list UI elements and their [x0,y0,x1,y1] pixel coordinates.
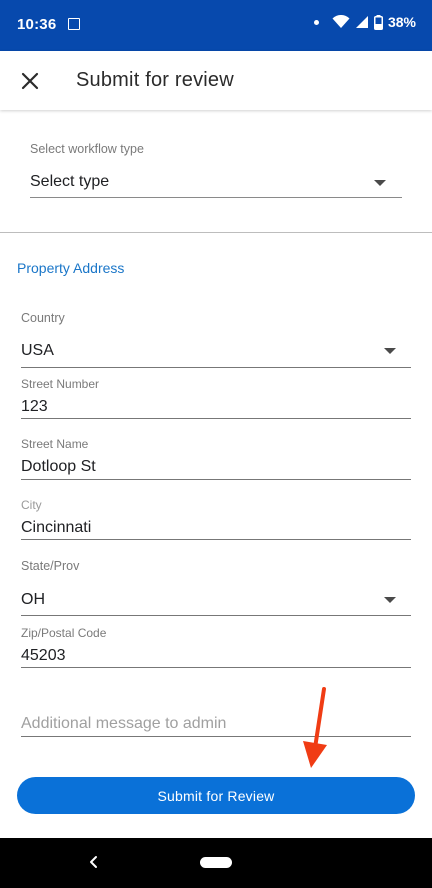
property-address-heading: Property Address [17,260,125,276]
system-nav-bar [0,838,432,888]
state-label: State/Prov [21,559,80,573]
country-value: USA [21,342,54,359]
chevron-down-icon [384,597,396,603]
state-select[interactable]: State/Prov OH [21,558,411,616]
city-label: City [21,498,42,512]
chevron-down-icon [374,180,386,186]
back-icon[interactable] [86,852,102,872]
section-divider [0,232,432,233]
red-arrow-annotation [303,687,327,768]
admin-message-input[interactable]: Additional message to admin [21,715,226,733]
close-icon[interactable] [18,69,42,93]
field-underline [21,367,411,368]
zip-field[interactable]: Zip/Postal Code 45203 [21,625,411,669]
street-name-value: Dotloop St [21,458,96,475]
chevron-down-icon [384,348,396,354]
street-number-label: Street Number [21,377,100,391]
street-number-field[interactable]: Street Number 123 [21,376,411,420]
app-bar: Submit for review [0,51,432,110]
field-underline [21,615,411,616]
workflow-type-value: Select type [30,173,110,190]
field-underline [21,736,411,737]
state-value: OH [21,591,45,608]
field-underline [21,479,411,480]
status-icons: 38% [313,14,416,30]
street-number-value: 123 [21,398,48,415]
cell-signal-icon [355,16,368,28]
city-value: Cincinnati [21,519,92,536]
workflow-type-select[interactable]: Select type [30,170,402,198]
battery-percent: 38% [387,14,416,30]
street-name-label: Street Name [21,437,89,451]
street-name-field[interactable]: Street Name Dotloop St [21,436,411,480]
country-select[interactable]: Country USA [21,310,411,368]
field-underline [21,667,411,668]
home-pill-button[interactable] [200,857,232,868]
zip-value: 45203 [21,647,66,664]
status-time: 10:36 [17,16,57,33]
status-bar: 10:36 38% [0,0,432,51]
country-label: Country [21,311,65,325]
field-underline [21,539,411,540]
workflow-type-label: Select workflow type [30,142,144,156]
page-title: Submit for review [76,69,234,91]
city-field[interactable]: City Cincinnati [21,497,411,541]
field-underline [21,418,411,419]
submit-for-review-button[interactable]: Submit for Review [17,777,415,814]
wifi-icon [332,15,350,28]
zip-label: Zip/Postal Code [21,626,107,640]
battery-icon [373,14,383,30]
image-notification-icon [68,18,80,30]
notification-dot-icon [313,19,319,25]
